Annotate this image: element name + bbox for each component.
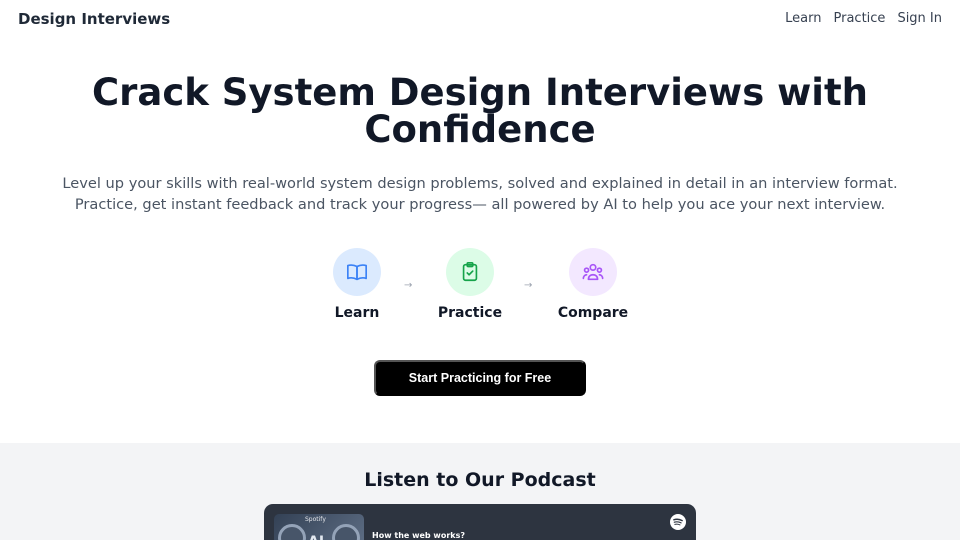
nav-links: Learn Practice Sign In [785, 11, 942, 26]
podcast-cover-image: Spotify AI [274, 514, 364, 540]
book-icon [333, 248, 381, 296]
hero-subtitle-line1: Level up your skills with real-world sys… [62, 175, 898, 192]
step-compare: Compare [543, 248, 643, 321]
clipboard-check-icon [446, 248, 494, 296]
nav-link-sign-in[interactable]: Sign In [897, 11, 942, 26]
step-label-compare: Compare [557, 305, 629, 321]
nav-link-learn[interactable]: Learn [785, 11, 821, 26]
step-practice: Practice [420, 248, 520, 321]
users-icon [569, 248, 617, 296]
spotify-icon[interactable] [670, 514, 686, 530]
hero-title: Crack System Design Interviews with Conf… [91, 71, 869, 151]
step-label-learn: Learn [334, 305, 380, 321]
step-label-practice: Practice [437, 305, 503, 321]
nav-link-practice[interactable]: Practice [834, 11, 886, 26]
step-learn: Learn [307, 248, 407, 321]
podcast-title: Listen to Our Podcast [364, 469, 596, 491]
brand-logo[interactable]: Design Interviews [18, 10, 170, 28]
arrow-icon: → [524, 280, 533, 291]
hero-subtitle-line2: Practice, get instant feedback and track… [74, 196, 886, 213]
cover-brand-tag: Spotify [305, 516, 326, 523]
top-nav: Design Interviews Learn Practice Sign In [0, 0, 960, 38]
arrow-icon: → [404, 280, 413, 291]
start-practicing-button[interactable]: Start Practicing for Free [374, 360, 586, 396]
cover-text: AI [308, 534, 324, 540]
episode-title[interactable]: How the web works? [372, 531, 465, 540]
podcast-section: Listen to Our Podcast Spotify AI How the… [0, 443, 960, 540]
spotify-embed-player[interactable]: Spotify AI How the web works? [264, 504, 696, 540]
hero-subtitle: Level up your skills with real-world sys… [30, 173, 930, 215]
